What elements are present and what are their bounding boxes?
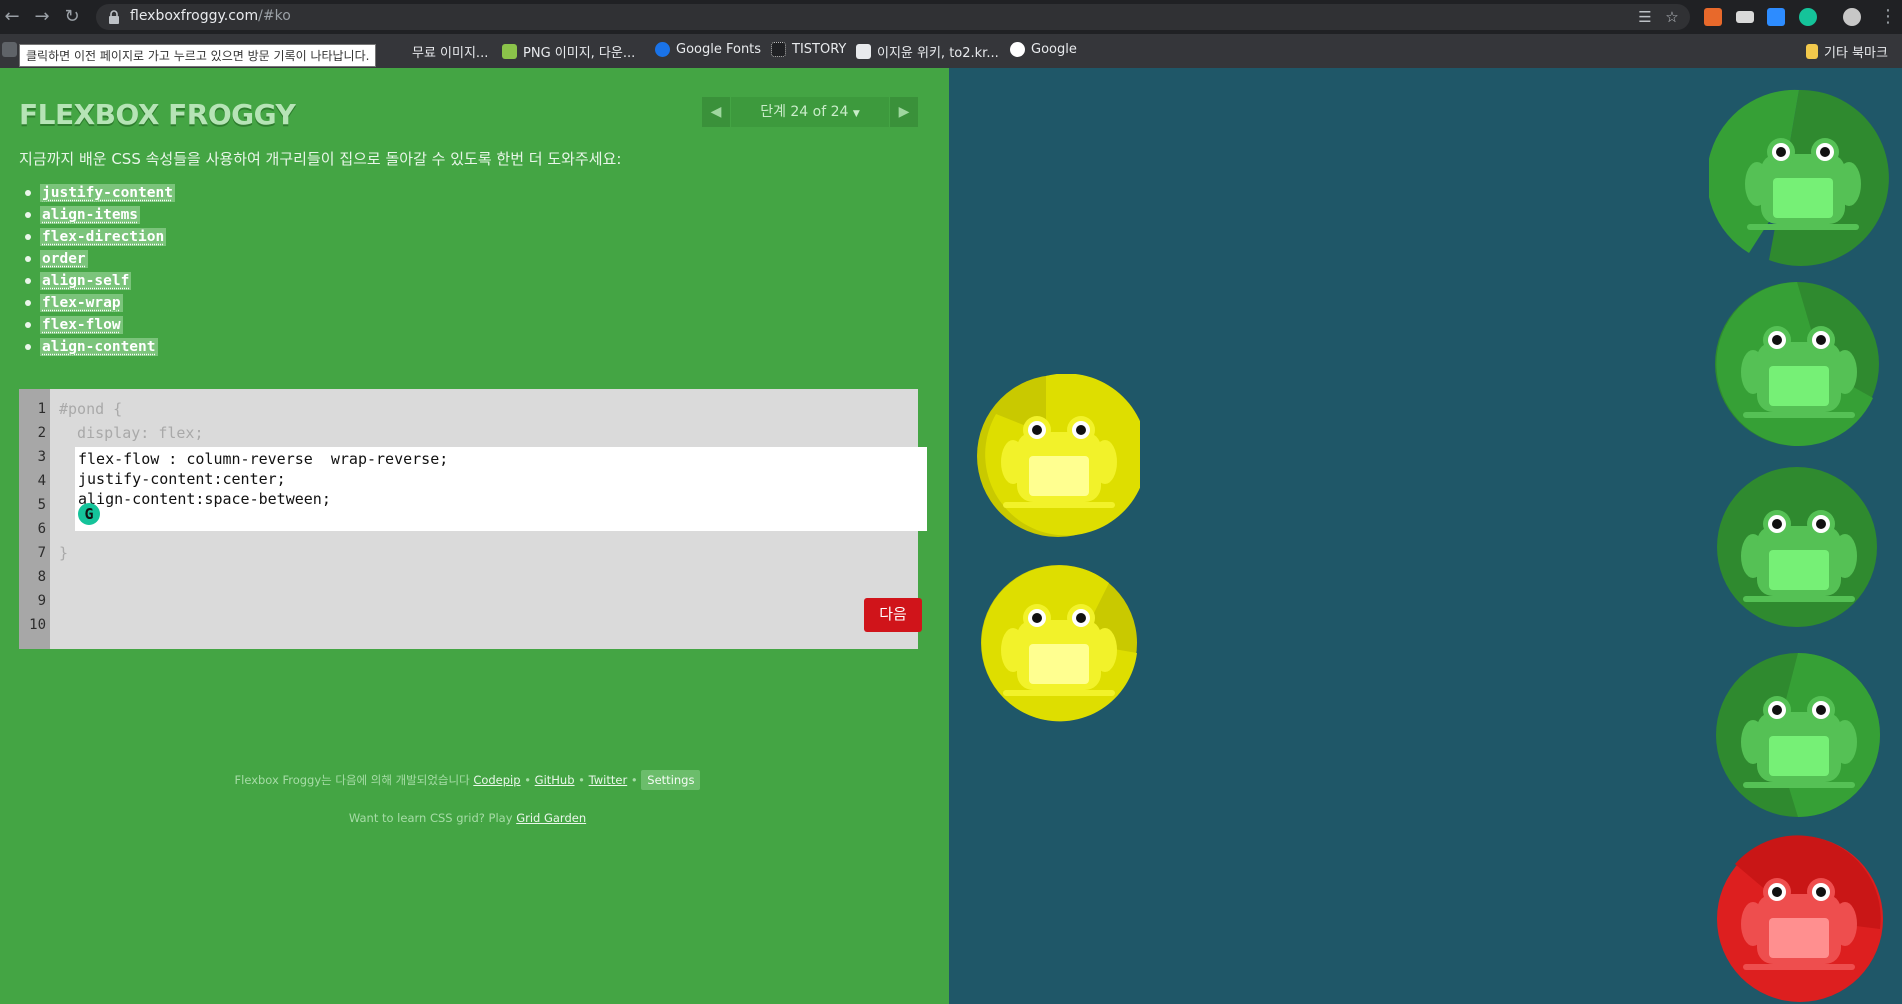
forward-icon[interactable]: → — [30, 5, 54, 29]
property-align-self[interactable]: align-self — [40, 272, 132, 290]
pngtree-icon — [502, 44, 517, 59]
property-item: align-items — [25, 204, 175, 226]
property-flex-direction[interactable]: flex-direction — [40, 228, 167, 246]
property-item: flex-flow — [25, 314, 175, 336]
other-bookmarks[interactable]: 기타 북마크 — [1806, 42, 1888, 61]
green-frog — [1741, 326, 1857, 418]
property-list: justify-content align-items flex-directi… — [25, 182, 175, 358]
game-panel: FLEXBOX FROGGY ◀ 단계 24 of 24 ▼ ▶ 지금까지 배운… — [0, 68, 949, 1004]
credits: Flexbox Froggy는 다음에 의해 개발되었습니다 Codepip •… — [0, 770, 935, 790]
property-order[interactable]: order — [40, 250, 88, 268]
green-frog — [1741, 510, 1857, 602]
line-numbers: 1 2 3 4 5 6 7 8 9 10 — [19, 389, 50, 649]
code-line-close: } — [59, 544, 69, 562]
line-number: 5 — [37, 497, 46, 513]
twitter-link[interactable]: Twitter — [589, 773, 628, 787]
code-line-selector: #pond { — [59, 400, 123, 418]
back-tooltip: 클릭하면 이전 페이지로 가고 누르고 있으면 방문 기록이 나타납니다. — [19, 44, 377, 67]
property-align-content[interactable]: align-content — [40, 338, 158, 356]
line-number: 2 — [37, 425, 46, 441]
lock-icon — [109, 10, 119, 24]
url-text: flexboxfroggy.com/#ko — [130, 8, 291, 24]
css-input[interactable]: flex-flow : column-reverse wrap-reverse;… — [75, 447, 927, 531]
bookmark-png-images[interactable]: PNG 이미지, 다운... — [502, 42, 635, 61]
red-frog — [1741, 878, 1857, 970]
property-item: flex-direction — [25, 226, 175, 248]
property-item: align-self — [25, 270, 175, 292]
reload-icon[interactable]: ↻ — [60, 5, 84, 29]
line-number: 9 — [37, 593, 46, 609]
line-number: 10 — [29, 617, 46, 633]
bookmark-google-fonts[interactable]: Google Fonts — [655, 42, 761, 57]
line-number: 1 — [37, 401, 46, 417]
line-number: 4 — [37, 473, 46, 489]
folder-icon — [1806, 44, 1818, 59]
level-indicator[interactable]: 단계 24 of 24 ▼ — [731, 97, 889, 127]
google-fonts-icon — [655, 42, 670, 57]
settings-button[interactable]: Settings — [641, 770, 701, 790]
yellow-frog — [1001, 416, 1117, 508]
yellow-frog — [1001, 604, 1117, 696]
bookmark-free-images[interactable]: 무료 이미지... — [412, 42, 488, 61]
translate-icon[interactable]: ☰ — [1636, 8, 1654, 26]
property-flex-flow[interactable]: flex-flow — [40, 316, 123, 334]
line-number: 3 — [37, 449, 46, 465]
bookmark-wiki[interactable]: 이지윤 위키, to2.kr... — [856, 42, 999, 61]
instructions: 지금까지 배운 CSS 속성들을 사용하여 개구리들이 집으로 돌아갈 수 있도… — [19, 150, 622, 168]
line-number: 7 — [37, 545, 46, 561]
back-icon[interactable]: ← — [0, 5, 24, 29]
apps-icon[interactable] — [2, 42, 17, 57]
property-item: align-content — [25, 336, 175, 358]
profile-icon[interactable] — [1843, 8, 1861, 26]
property-item: justify-content — [25, 182, 175, 204]
wiki-icon — [856, 44, 871, 59]
zoom-icon[interactable] — [1767, 8, 1785, 26]
browser-toolbar: ← → ↻ flexboxfroggy.com/#ko ☰ ☆ ⋮ — [0, 0, 1902, 34]
google-icon — [1010, 42, 1025, 57]
input-line: justify-content:center; — [78, 470, 286, 488]
property-justify-content[interactable]: justify-content — [40, 184, 175, 202]
bookmark-google[interactable]: Google — [1010, 42, 1077, 57]
menu-icon[interactable]: ⋮ — [1876, 5, 1900, 29]
extension-orange-icon[interactable] — [1704, 8, 1722, 26]
grid-garden-promo: Want to learn CSS grid? Play Grid Garden — [348, 811, 587, 825]
caret-down-icon: ▼ — [852, 109, 860, 119]
line-number: 8 — [37, 569, 46, 585]
grammarly-extension-icon[interactable] — [1799, 8, 1817, 26]
green-frog — [1741, 696, 1857, 788]
logo: FLEXBOX FROGGY — [19, 98, 296, 131]
codepip-link[interactable]: Codepip — [473, 773, 520, 787]
github-link[interactable]: GitHub — [535, 773, 575, 787]
grid-garden-link[interactable]: Grid Garden — [516, 811, 586, 825]
star-icon[interactable]: ☆ — [1663, 8, 1681, 26]
bookmark-tistory[interactable]: TISTORY — [771, 42, 846, 57]
property-align-items[interactable]: align-items — [40, 206, 141, 224]
input-line: align-content:space-between; — [78, 490, 331, 508]
property-item: order — [25, 248, 175, 270]
input-line: flex-flow : column-reverse wrap-reverse; — [78, 450, 449, 468]
code-editor: 1 2 3 4 5 6 7 8 9 10 #pond { display: fl… — [19, 389, 927, 649]
grammarly-icon[interactable]: G — [78, 503, 100, 525]
next-level-arrow[interactable]: ▶ — [890, 97, 918, 127]
extension-card-icon[interactable] — [1736, 11, 1754, 23]
line-number: 6 — [37, 521, 46, 537]
pond — [949, 68, 1902, 1004]
level-navigation: ◀ 단계 24 of 24 ▼ ▶ — [702, 97, 918, 127]
green-frog — [1745, 138, 1861, 230]
tistory-icon — [771, 42, 786, 57]
code-line-display: display: flex; — [59, 424, 204, 442]
address-bar[interactable]: flexboxfroggy.com/#ko ☰ ☆ — [96, 4, 1690, 30]
prev-level-button[interactable]: ◀ — [702, 97, 730, 127]
next-button[interactable]: 다음 — [864, 598, 922, 632]
property-item: flex-wrap — [25, 292, 175, 314]
property-flex-wrap[interactable]: flex-wrap — [40, 294, 123, 312]
